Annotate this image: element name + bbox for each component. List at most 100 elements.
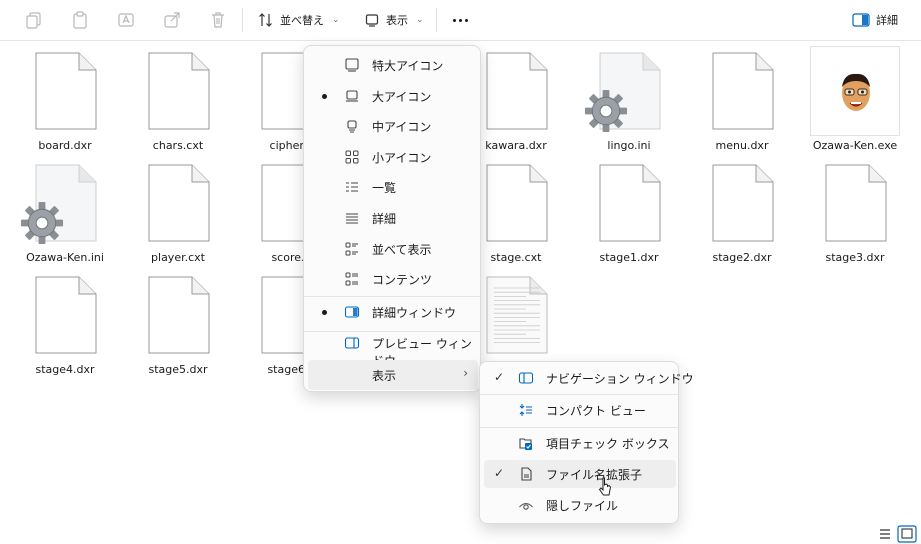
- submenu-item-item-checkbox[interactable]: 項目チェック ボックス: [484, 429, 676, 457]
- menu-item-smalls-icon[interactable]: 小アイコン: [308, 142, 478, 172]
- menu-item-details-pane[interactable]: 詳細ウィンドウ: [308, 297, 478, 327]
- toolbar-separator: [242, 8, 243, 32]
- large-icons-view-icon[interactable]: [897, 525, 917, 543]
- navigation-pane-icon: [518, 370, 534, 386]
- view-mode-switcher: [880, 525, 917, 543]
- document-file-icon: [35, 52, 97, 130]
- document-file-icon: [712, 164, 774, 242]
- content-icon: [344, 271, 360, 287]
- file-name: menu.dxr: [715, 139, 769, 152]
- chevron-down-icon: ⌄: [332, 15, 340, 25]
- file-item[interactable]: Ozawa-Ken.ini: [11, 156, 119, 266]
- text-file-icon: [486, 276, 548, 354]
- submenu-item-compact-view[interactable]: コンパクト ビュー: [484, 396, 676, 424]
- copy-icon[interactable]: [24, 10, 44, 30]
- document-file-icon: [486, 52, 548, 130]
- view-button[interactable]: 表示 ⌄: [360, 7, 428, 33]
- file-name: Ozawa-Ken.ini: [26, 251, 104, 264]
- details-pane-button[interactable]: 詳細: [852, 7, 898, 33]
- menu-item-extra-larges-icon[interactable]: 特大アイコン: [308, 50, 478, 80]
- exe-thumbnail: [810, 46, 900, 136]
- submenu-item-file-extension[interactable]: ✓ ファイル名拡張子: [484, 460, 676, 488]
- document-file-icon: [35, 276, 97, 354]
- command-bar: 並べ替え ⌄ 表示 ⌄ 詳細: [0, 0, 921, 41]
- compact-view-icon: [518, 402, 534, 418]
- menu-item-mediums-icon[interactable]: 中アイコン: [308, 111, 478, 141]
- file-item[interactable]: lingo.ini: [575, 44, 683, 154]
- item-checkbox-icon: [518, 435, 534, 451]
- mouse-cursor-icon: [598, 477, 612, 496]
- file-name: stage3.dxr: [825, 251, 885, 264]
- submenu-item-label: 項目チェック ボックス: [546, 437, 670, 451]
- file-item[interactable]: Ozawa-Ken.exe: [801, 44, 909, 154]
- submenu-item-hidden-files[interactable]: 隠しファイル: [484, 491, 676, 519]
- document-file-icon: [148, 52, 210, 130]
- menu-item-label: 詳細ウィンドウ: [372, 306, 457, 320]
- more-options-button[interactable]: [448, 8, 472, 32]
- file-item[interactable]: stage2.dxr: [688, 156, 796, 266]
- menu-item-content[interactable]: コンテンツ: [308, 264, 478, 294]
- file-item[interactable]: chars.cxt: [124, 44, 232, 154]
- file-name: stage4.dxr: [35, 363, 95, 376]
- file-name: stage5.dxr: [148, 363, 208, 376]
- menu-item-label: 表示: [372, 369, 397, 383]
- character-face-image: [838, 71, 874, 115]
- details-label: 詳細: [876, 14, 898, 27]
- selected-bullet-icon: [322, 310, 327, 315]
- menu-item-larges-icon[interactable]: 大アイコン: [308, 81, 478, 111]
- small-icons-icon: [344, 149, 360, 165]
- checkmark-icon: ✓: [494, 466, 505, 480]
- file-item[interactable]: board.dxr: [11, 44, 119, 154]
- menu-item-preview-pane[interactable]: プレビュー ウィンドウ: [308, 328, 478, 368]
- menu-item-show[interactable]: 表示 ›: [308, 360, 478, 390]
- menu-separator: [304, 331, 480, 332]
- submenu-item-label: 隠しファイル: [546, 499, 619, 513]
- menu-item-label: 中アイコン: [372, 120, 432, 135]
- file-item[interactable]: menu.dxr: [688, 44, 796, 154]
- file-name: Ozawa-Ken.exe: [812, 139, 898, 152]
- document-file-icon: [712, 52, 774, 130]
- menu-item-details[interactable]: 詳細: [308, 203, 478, 233]
- details-icon: [344, 210, 360, 226]
- large-icons-icon: [344, 88, 360, 104]
- toolbar-separator: [436, 8, 437, 32]
- hidden-files-icon: [518, 497, 534, 513]
- chevron-right-icon: ›: [463, 366, 468, 380]
- delete-icon[interactable]: [208, 10, 228, 30]
- show-submenu: ✓ ナビゲーション ウィンドウ コンパクト ビュー項目チェック ボックス ✓ ファイル名…: [479, 361, 694, 524]
- document-file-icon: [486, 164, 548, 242]
- submenu-item-label: コンパクト ビュー: [546, 404, 646, 418]
- menu-item-label: 一覧: [372, 181, 397, 196]
- menu-item-tiles[interactable]: 並べて表示: [308, 234, 478, 264]
- file-name: stage2.dxr: [712, 251, 772, 264]
- sort-button[interactable]: 並べ替え ⌄: [254, 7, 344, 33]
- file-item[interactable]: stage4.dxr: [11, 268, 119, 378]
- file-name: board.dxr: [38, 139, 92, 152]
- details-view-icon[interactable]: [880, 529, 890, 539]
- submenu-item-navigation-pane[interactable]: ✓ ナビゲーション ウィンドウ: [484, 364, 694, 392]
- details-pane-icon: [344, 304, 360, 320]
- file-item[interactable]: stage3.dxr: [801, 156, 909, 266]
- menu-item-label: 並べて表示: [372, 242, 432, 257]
- file-item[interactable]: stage1.dxr: [575, 156, 683, 266]
- menu-item-label: 詳細: [372, 212, 397, 226]
- file-name: lingo.ini: [607, 139, 651, 152]
- document-file-icon: [825, 164, 887, 242]
- file-extension-icon: [518, 466, 534, 482]
- share-icon[interactable]: [162, 10, 182, 30]
- file-item[interactable]: player.cxt: [124, 156, 232, 266]
- submenu-item-label: ナビゲーション ウィンドウ: [546, 372, 694, 386]
- file-name: chars.cxt: [152, 139, 204, 152]
- paste-icon[interactable]: [70, 10, 90, 30]
- menu-item-label: 小アイコン: [372, 150, 432, 165]
- menu-item-label: 特大アイコン: [372, 59, 444, 73]
- sort-label: 並べ替え: [280, 14, 324, 27]
- medium-icons-icon: [344, 118, 360, 134]
- file-item[interactable]: stage5.dxr: [124, 268, 232, 378]
- extra-large-icons-icon: [344, 57, 360, 73]
- document-file-icon: [148, 164, 210, 242]
- menu-item-list[interactable]: 一覧: [308, 172, 478, 202]
- rename-icon[interactable]: [116, 10, 136, 30]
- checkmark-icon: ✓: [494, 370, 505, 384]
- selected-bullet-icon: [322, 93, 327, 99]
